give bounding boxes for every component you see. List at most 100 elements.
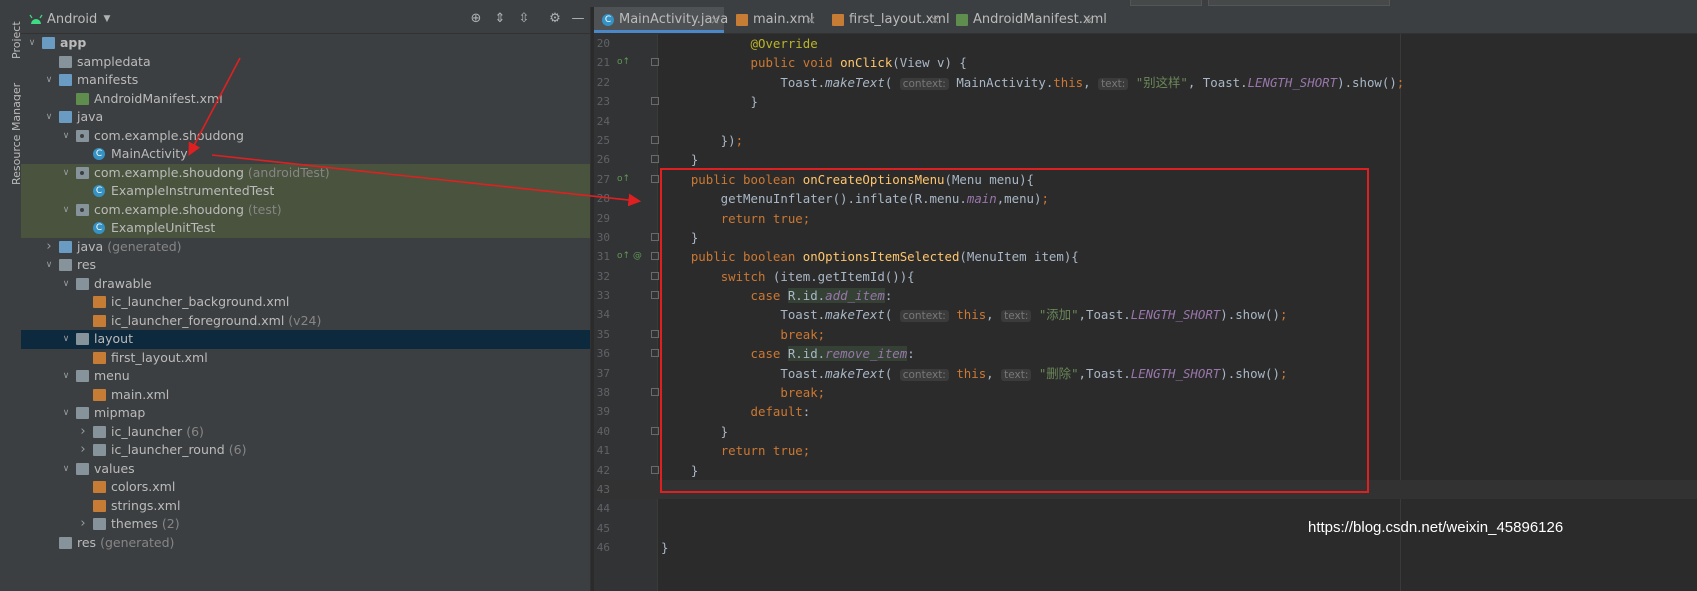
line-number: 26 [596, 153, 610, 167]
hide-icon[interactable]: — [570, 11, 586, 27]
fold-icon[interactable] [651, 271, 659, 280]
tree-item[interactable]: › themes (2) [21, 515, 590, 534]
locate-icon[interactable]: ⊕ [468, 11, 484, 27]
tree-item[interactable]: ∨ res [21, 256, 590, 275]
fold-icon[interactable] [651, 291, 659, 300]
chevron-right-icon[interactable]: › [78, 423, 88, 442]
code-line[interactable]: 25 }); [594, 131, 1697, 150]
gear-icon[interactable]: ⚙ [547, 11, 563, 27]
code-line[interactable]: 23 } [594, 92, 1697, 111]
tree-item[interactable]: ∨ values [21, 460, 590, 479]
chevron-down-icon[interactable]: ∨ [44, 108, 54, 127]
chevron-down-icon[interactable]: ∨ [61, 460, 71, 479]
chevron-down-icon[interactable]: ▼ [99, 11, 115, 27]
tree-item[interactable]: ∨ menu [21, 367, 590, 386]
fold-icon[interactable] [651, 465, 659, 474]
chevron-down-icon[interactable]: ∨ [61, 404, 71, 423]
close-icon[interactable]: × [806, 7, 816, 33]
tree-item[interactable]: ic_launcher_background.xml [21, 293, 590, 312]
tree-item[interactable]: sampledata [21, 53, 590, 72]
fold-icon[interactable] [651, 252, 659, 261]
chevron-right-icon[interactable]: › [78, 441, 88, 460]
project-view-selector[interactable]: Android [47, 12, 97, 27]
editor-tab[interactable]: AndroidManifest.xml × [948, 7, 1107, 33]
chevron-down-icon[interactable]: ∨ [61, 127, 71, 146]
tree-item-label: layout [94, 331, 134, 346]
device-selector[interactable] [1208, 0, 1390, 6]
line-number: 24 [596, 114, 610, 128]
chevron-down-icon[interactable]: ∨ [61, 330, 71, 349]
tree-item[interactable]: ∨ com.example.shoudong (androidTest) [21, 163, 590, 183]
code-text: } [661, 540, 669, 556]
chevron-down-icon[interactable]: ∨ [61, 275, 71, 294]
fold-icon[interactable] [651, 135, 659, 144]
tool-tab-resource-manager[interactable]: Resource Manager [0, 75, 23, 195]
tree-item[interactable]: › ic_launcher (6) [21, 423, 590, 442]
fold-icon[interactable] [651, 349, 659, 358]
code-line[interactable]: 20 @Override [594, 34, 1697, 53]
chevron-right-icon[interactable]: › [78, 515, 88, 534]
fold-icon[interactable] [651, 329, 659, 338]
override-marker-icon[interactable]: o↑ [617, 174, 647, 184]
tree-item[interactable]: ∨ app [21, 34, 590, 53]
tree-item[interactable]: first_layout.xml [21, 349, 590, 368]
tree-item[interactable]: ∨ mipmap [21, 404, 590, 423]
chevron-down-icon[interactable]: ∨ [44, 71, 54, 90]
close-icon[interactable]: × [1084, 7, 1094, 33]
chevron-right-icon[interactable]: › [44, 238, 54, 257]
editor-tab[interactable]: main.xml × [728, 7, 820, 33]
tree-item[interactable]: › java (generated) [21, 238, 590, 257]
code-line[interactable]: 22 Toast.makeText( context: MainActivity… [594, 73, 1697, 92]
tree-item[interactable]: strings.xml [21, 497, 590, 516]
code-text: public void onClick(View v) { [750, 55, 967, 71]
fold-icon[interactable] [651, 58, 659, 67]
run-config-selector[interactable] [1130, 0, 1202, 6]
xml-file-icon [93, 388, 106, 401]
tree-item[interactable]: ∨ com.example.shoudong (test) [21, 200, 590, 220]
fold-icon[interactable] [651, 388, 659, 397]
fold-icon[interactable] [651, 97, 659, 106]
editor-tab[interactable]: C MainActivity.java × [594, 7, 728, 33]
line-number: 46 [596, 541, 610, 555]
tree-item[interactable]: C ExampleUnitTest [21, 219, 590, 238]
tree-item[interactable]: ∨ layout [21, 330, 590, 349]
chevron-down-icon[interactable]: ∨ [61, 201, 71, 220]
collapse-all-icon[interactable]: ⇳ [516, 11, 532, 27]
tree-item[interactable]: ∨ com.example.shoudong [21, 127, 590, 146]
tree-item[interactable]: › ic_launcher_round (6) [21, 441, 590, 460]
line-number: 32 [596, 269, 610, 283]
tool-tab-project[interactable]: Project [0, 9, 23, 69]
tree-item[interactable]: ∨ drawable [21, 275, 590, 294]
tree-item[interactable]: C ExampleInstrumentedTest [21, 182, 590, 201]
expand-all-icon[interactable]: ⇕ [492, 11, 508, 27]
fold-icon[interactable] [651, 426, 659, 435]
chevron-down-icon[interactable]: ∨ [61, 367, 71, 386]
line-number: 23 [596, 95, 610, 109]
tree-item[interactable]: colors.xml [21, 478, 590, 497]
folder-icon [76, 333, 89, 345]
code-line[interactable]: 21 o↑ public void onClick(View v) { [594, 53, 1697, 72]
code-line[interactable]: 26 } [594, 150, 1697, 169]
fold-icon[interactable] [651, 232, 659, 241]
fold-icon[interactable] [651, 155, 659, 164]
code-line[interactable]: 24 [594, 112, 1697, 131]
tree-item[interactable]: main.xml [21, 386, 590, 405]
override-marker-icon[interactable]: o↑ [617, 57, 647, 67]
chevron-down-icon[interactable]: ∨ [27, 34, 37, 53]
tree-item[interactable]: ∨ manifests [21, 71, 590, 90]
close-icon[interactable]: × [710, 7, 720, 33]
tree-item[interactable]: res (generated) [21, 534, 590, 553]
chevron-down-icon[interactable]: ∨ [61, 164, 71, 183]
tree-item[interactable]: ∨ java [21, 108, 590, 127]
editor-tab[interactable]: first_layout.xml × [824, 7, 950, 33]
tree-item[interactable]: C MainActivity [21, 145, 590, 164]
close-icon[interactable]: × [930, 7, 940, 33]
override-marker-icon[interactable]: o↑ @ [617, 251, 647, 261]
tree-item[interactable]: ic_launcher_foreground.xml (v24) [21, 312, 590, 331]
code-line[interactable]: 44 [594, 499, 1697, 518]
fold-icon[interactable] [651, 174, 659, 183]
tree-item[interactable]: AndroidManifest.xml [21, 90, 590, 109]
chevron-down-icon[interactable]: ∨ [44, 256, 54, 275]
line-number: 42 [596, 463, 610, 477]
code-line[interactable]: 46} [594, 538, 1697, 557]
